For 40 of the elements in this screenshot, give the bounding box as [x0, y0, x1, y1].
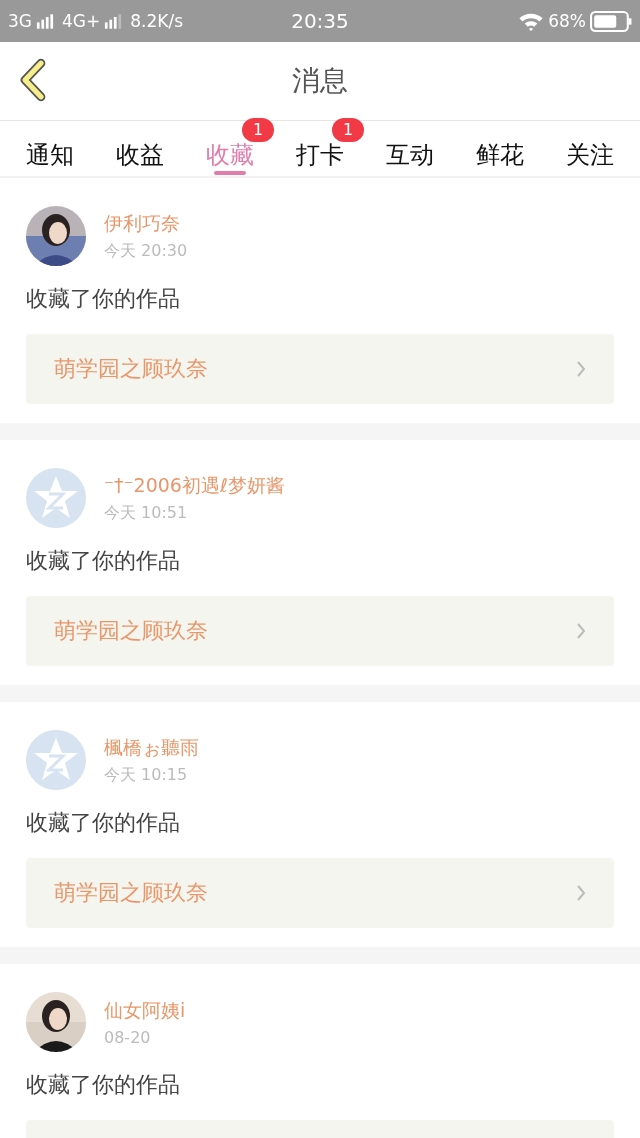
wifi-icon — [518, 11, 545, 31]
message-text: 收藏了你的作品 — [26, 809, 181, 837]
tab[interactable]: 互动 — [386, 143, 434, 176]
tab[interactable]: 收藏 — [206, 143, 254, 176]
tab[interactable]: 鲜花 — [476, 143, 524, 176]
battery-icon — [590, 10, 632, 32]
network-label: 4G+ — [62, 11, 101, 31]
message-text: 收藏了你的作品 — [26, 285, 181, 313]
work-link[interactable]: 萌学园之顾玖奈 — [26, 334, 614, 404]
chevron-icon — [576, 884, 586, 902]
battery-label: 68% — [548, 11, 586, 31]
chevron-icon — [576, 622, 586, 640]
clock: 20:35 — [290, 9, 350, 33]
tab[interactable]: 收益 — [116, 143, 164, 176]
signal-icon — [36, 13, 54, 29]
message-text: 收藏了你的作品 — [26, 1071, 181, 1099]
network-label: 3G — [8, 11, 32, 31]
message-time: 今天 10:51 — [104, 502, 189, 524]
tab[interactable]: 关注 — [566, 143, 614, 176]
user-name[interactable]: 伊利巧奈 — [104, 210, 188, 237]
count-badge: 1 — [332, 118, 364, 142]
count-badge: 1 — [242, 118, 274, 142]
message-time: 今天 10:15 — [104, 764, 189, 786]
tab[interactable]: 通知 — [26, 143, 74, 176]
page-title: 消息 — [292, 63, 348, 99]
work-link[interactable]: 萌学园之顾玖奈 — [26, 858, 614, 928]
user-name[interactable]: 楓橋ぉ聽雨 — [104, 734, 199, 761]
user-name[interactable]: ⁻†⁻2006初遇ℓ梦妍酱 — [104, 472, 285, 499]
speed-label: 8.2K/s — [130, 11, 183, 31]
chevron-icon — [576, 360, 586, 378]
tab[interactable]: 打卡 — [296, 143, 344, 176]
signal-icon — [104, 13, 123, 29]
avatar-icon — [26, 730, 86, 790]
message-time: 08-20 — [104, 1027, 152, 1047]
avatar-icon — [26, 468, 86, 528]
message-text: 收藏了你的作品 — [26, 547, 181, 575]
user-name[interactable]: 仙女阿姨i — [104, 997, 186, 1024]
message-time: 今天 20:30 — [104, 240, 188, 262]
back-button[interactable] — [18, 58, 48, 102]
work-link[interactable]: 萌学园之顾玖奈 — [26, 596, 614, 666]
